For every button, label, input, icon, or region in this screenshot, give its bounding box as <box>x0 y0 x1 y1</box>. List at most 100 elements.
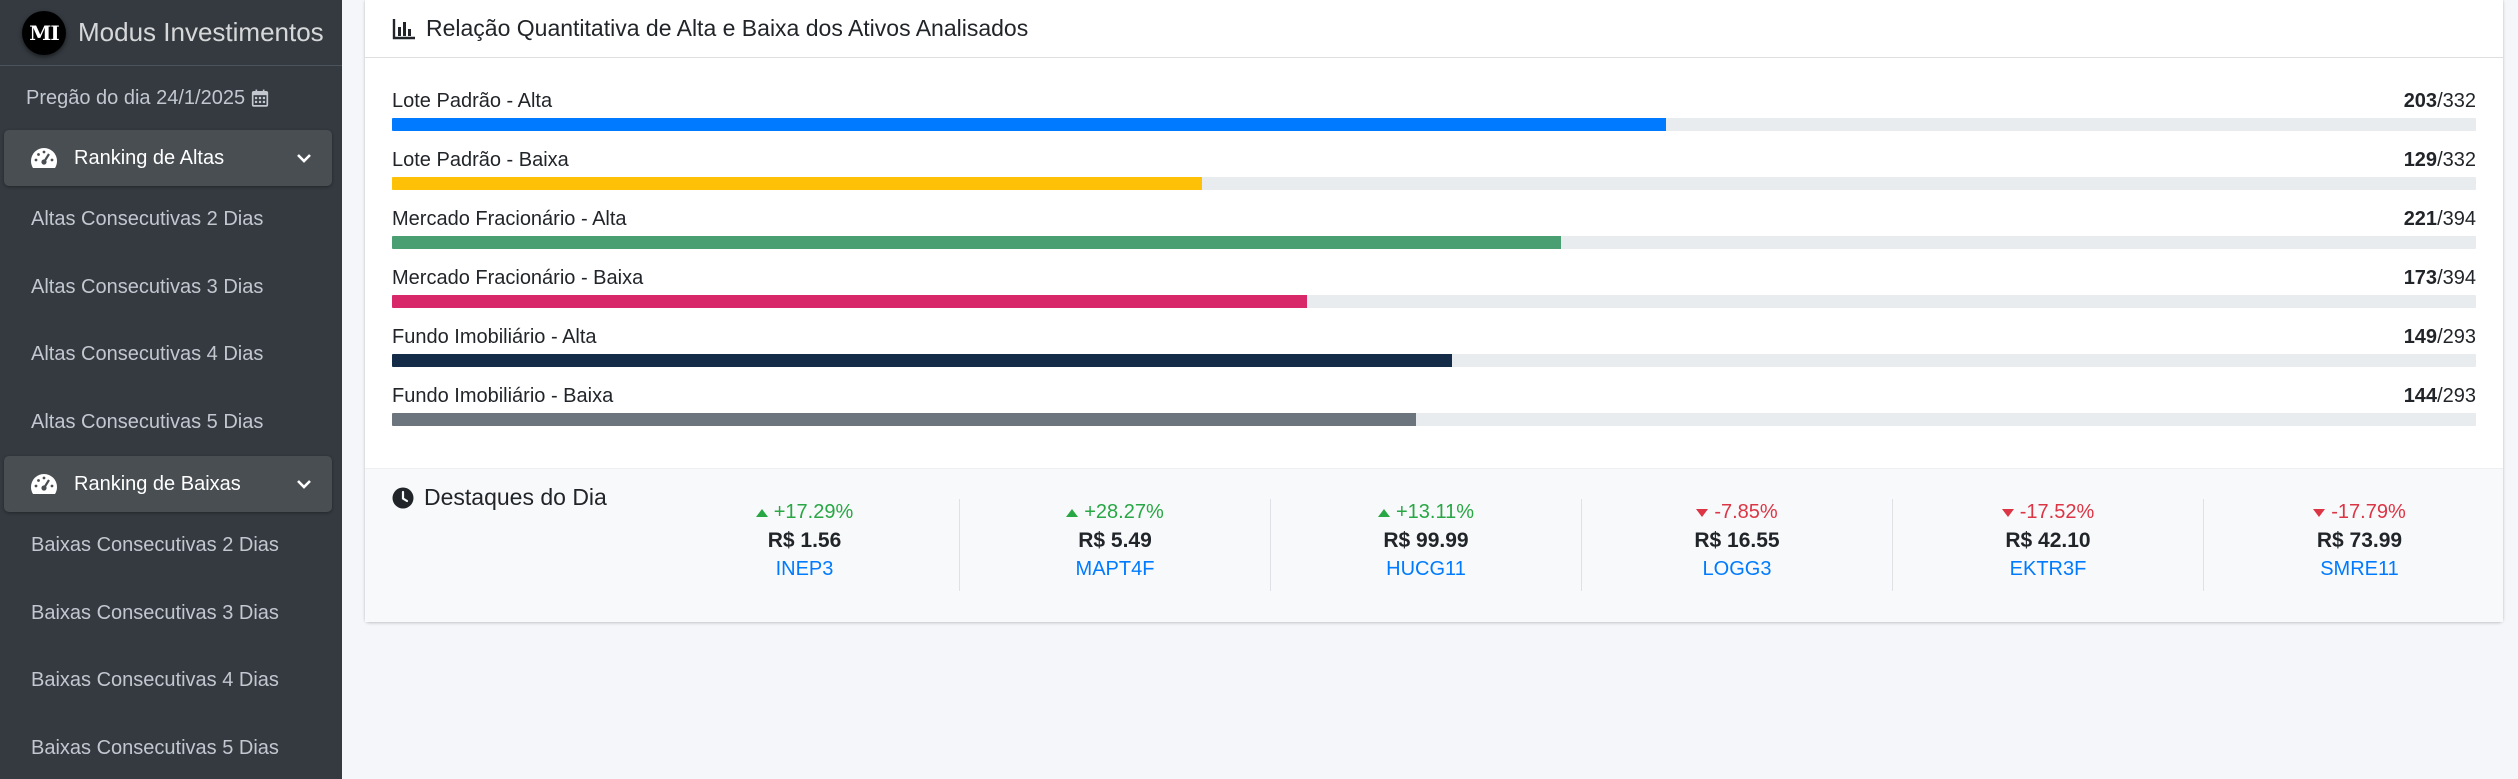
caret-up-icon <box>1377 508 1390 517</box>
highlight-ticker-link[interactable]: HUCG11 <box>1271 558 1581 581</box>
highlight-item: -17.79% R$ 73.99 SMRE11 <box>2204 499 2515 591</box>
highlight-change: +17.29% <box>650 501 959 524</box>
progress-group: Fundo Imobiliário - Alta 149/293 <box>392 322 2476 381</box>
chevron-down-icon <box>297 154 311 163</box>
highlight-change: -7.85% <box>1582 501 1892 524</box>
caret-down-icon <box>2313 508 2326 517</box>
progress-bar <box>392 236 2476 249</box>
nav-item-baixas-4-dias[interactable]: Baixas Consecutivas 4 Dias <box>0 647 342 715</box>
progress-label: Lote Padrão - Alta <box>392 90 553 112</box>
progress-bar-fill <box>392 118 1667 131</box>
nav-item-baixas-3-dias[interactable]: Baixas Consecutivas 3 Dias <box>0 580 342 648</box>
brand-logo: MI <box>22 10 66 55</box>
progress-group: Mercado Fracionário - Alta 221/394 <box>392 204 2476 263</box>
caret-down-icon <box>2001 508 2014 517</box>
highlight-change: -17.52% <box>1893 501 2203 524</box>
progress-total: /332 <box>2437 90 2476 112</box>
progress-list: Lote Padrão - Alta 203/332 Lote Padrão -… <box>365 58 2503 440</box>
highlight-ticker-link[interactable]: LOGG3 <box>1582 558 1892 581</box>
highlight-change: +13.11% <box>1271 501 1581 524</box>
highlight-change-value: -17.79% <box>2331 501 2406 523</box>
highlight-price: R$ 99.99 <box>1383 529 1469 552</box>
progress-bar <box>392 177 2476 190</box>
gauge-icon <box>30 148 58 168</box>
highlight-price: R$ 42.10 <box>2005 529 2091 552</box>
progress-label: Mercado Fracionário - Baixa <box>392 267 644 289</box>
highlight-price: R$ 5.49 <box>1078 529 1152 552</box>
progress-bar-fill <box>392 354 1452 367</box>
progress-value: 144 <box>2403 385 2438 407</box>
highlights-title: Destaques do Dia <box>392 484 607 511</box>
highlight-change: -17.79% <box>2204 501 2515 524</box>
card-header: Relação Quantitativa de Alta e Baixa dos… <box>365 0 2503 58</box>
progress-group: Lote Padrão - Baixa 129/332 <box>392 145 2476 204</box>
gauge-icon <box>30 474 58 494</box>
nav-item-altas-4-dias[interactable]: Altas Consecutivas 4 Dias <box>0 321 342 389</box>
highlight-ticker-link[interactable]: SMRE11 <box>2204 558 2515 581</box>
highlight-item: +28.27% R$ 5.49 MAPT4F <box>960 499 1271 591</box>
highlight-price: R$ 73.99 <box>2316 529 2403 552</box>
progress-total: /394 <box>2437 267 2476 289</box>
progress-bar <box>392 354 2476 367</box>
nav-group-ranking-altas[interactable]: Ranking de Altas <box>4 130 332 186</box>
highlight-change-value: +17.29% <box>773 501 854 523</box>
progress-bar <box>392 118 2476 131</box>
highlight-change-value: -7.85% <box>1714 501 1778 523</box>
nav-group-label: Ranking de Baixas <box>74 472 241 495</box>
caret-up-icon <box>1066 508 1079 517</box>
nav-item-altas-2-dias[interactable]: Altas Consecutivas 2 Dias <box>0 186 342 254</box>
caret-down-icon <box>1696 508 1709 517</box>
caret-up-icon <box>755 508 768 517</box>
nav-item-altas-5-dias[interactable]: Altas Consecutivas 5 Dias <box>0 389 342 457</box>
brand-link[interactable]: MI Modus Investimentos <box>0 0 342 66</box>
progress-value: 221 <box>2403 208 2438 230</box>
highlight-price: R$ 16.55 <box>1694 529 1780 552</box>
progress-value: 203 <box>2403 90 2438 112</box>
progress-label: Mercado Fracionário - Alta <box>392 208 627 230</box>
clock-icon <box>392 487 414 508</box>
progress-bar-fill <box>392 236 1561 249</box>
chevron-down-icon <box>297 480 311 489</box>
nav-group-label: Ranking de Altas <box>74 146 225 169</box>
progress-label: Fundo Imobiliário - Alta <box>392 326 597 348</box>
progress-bar <box>392 413 2476 426</box>
progress-label: Fundo Imobiliário - Baixa <box>392 385 614 407</box>
session-date: Pregão do dia 24/1/2025 <box>0 66 342 130</box>
highlight-change-value: +28.27% <box>1084 501 1164 523</box>
highlight-ticker-link[interactable]: MAPT4F <box>960 558 1270 581</box>
progress-bar-fill <box>392 177 1202 190</box>
highlight-item: +13.11% R$ 99.99 HUCG11 <box>1271 499 1582 591</box>
highlight-ticker-link[interactable]: INEP3 <box>650 558 959 581</box>
highlights-footer: Destaques do Dia +17.29% R$ 1.56 INEP3 +… <box>365 468 2503 622</box>
progress-count: 203/332 <box>2404 90 2476 113</box>
progress-group: Mercado Fracionário - Baixa 173/394 <box>392 263 2476 322</box>
progress-value: 149 <box>2403 326 2438 348</box>
progress-bar-fill <box>392 295 1308 308</box>
progress-group: Lote Padrão - Alta 203/332 <box>392 86 2476 145</box>
highlight-change-value: +13.11% <box>1395 501 1475 523</box>
highlight-change: +28.27% <box>960 501 1270 524</box>
highlight-change-value: -17.52% <box>2019 501 2095 523</box>
highlight-ticker-link[interactable]: EKTR3F <box>1893 558 2203 581</box>
progress-total: /332 <box>2437 149 2476 171</box>
progress-total: /293 <box>2437 385 2476 407</box>
progress-count: 221/394 <box>2404 208 2476 231</box>
progress-label: Lote Padrão - Baixa <box>392 149 569 171</box>
nav-group-ranking-baixas[interactable]: Ranking de Baixas <box>4 456 332 512</box>
progress-count: 149/293 <box>2404 326 2476 349</box>
highlight-item: -17.52% R$ 42.10 EKTR3F <box>1893 499 2204 591</box>
progress-count: 129/332 <box>2404 149 2476 172</box>
ratio-card: Relação Quantitativa de Alta e Baixa dos… <box>365 0 2503 622</box>
calendar-icon[interactable] <box>251 89 269 107</box>
nav-item-altas-3-dias[interactable]: Altas Consecutivas 3 Dias <box>0 254 342 322</box>
sidebar: MI Modus Investimentos Pregão do dia 24/… <box>0 0 342 779</box>
progress-value: 173 <box>2403 267 2438 289</box>
progress-group: Fundo Imobiliário - Baixa 144/293 <box>392 381 2476 440</box>
brand-name: Modus Investimentos <box>78 17 324 47</box>
progress-value: 129 <box>2403 149 2438 171</box>
nav-item-baixas-2-dias[interactable]: Baixas Consecutivas 2 Dias <box>0 512 342 580</box>
highlights-list: +17.29% R$ 1.56 INEP3 +28.27% R$ 5.49 MA… <box>650 499 2515 591</box>
nav-item-baixas-5-dias[interactable]: Baixas Consecutivas 5 Dias <box>0 715 342 779</box>
highlight-price: R$ 1.56 <box>767 529 842 552</box>
highlight-item: +17.29% R$ 1.56 INEP3 <box>650 499 960 591</box>
